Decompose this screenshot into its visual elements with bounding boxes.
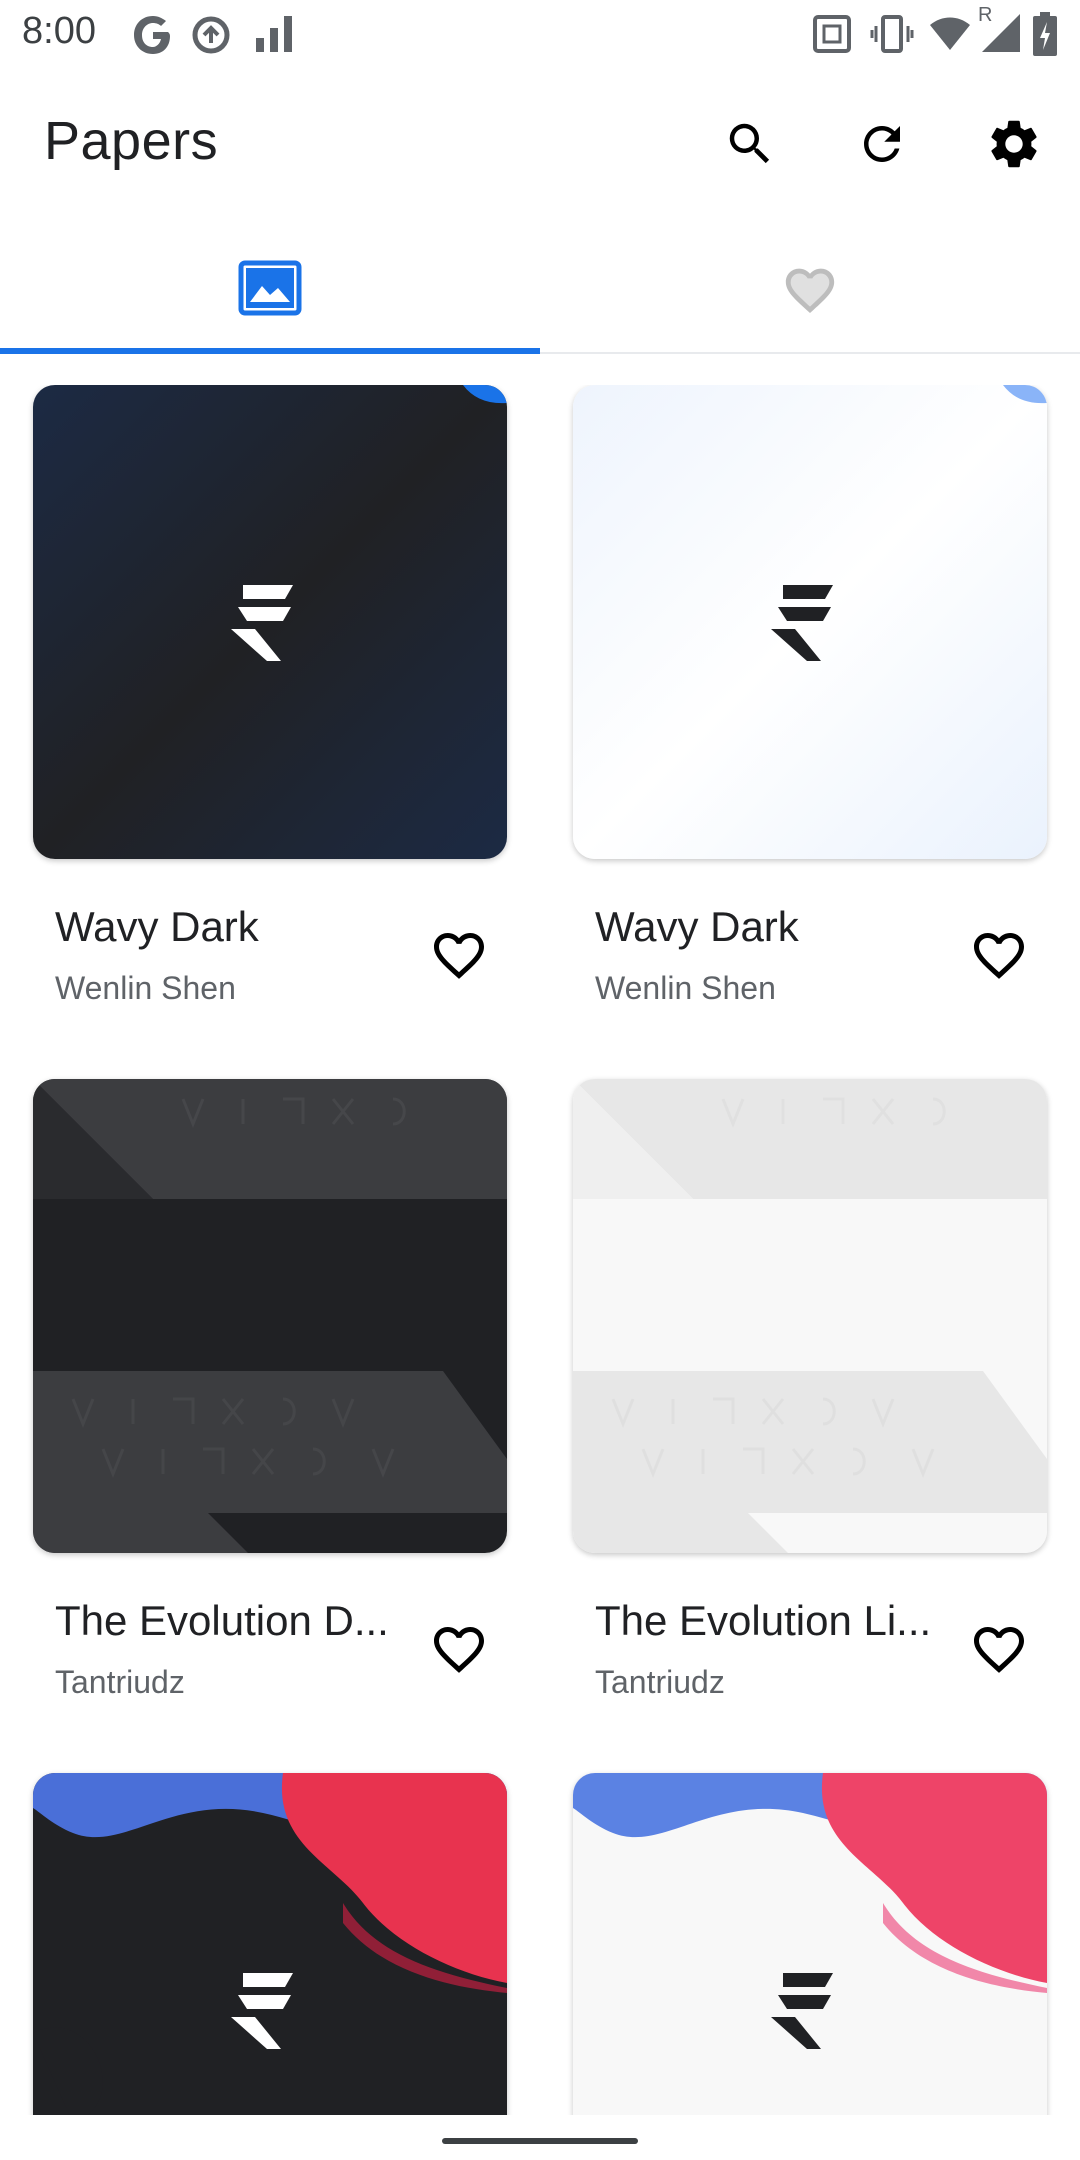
heart-outline-icon	[434, 933, 484, 979]
refresh-icon	[864, 126, 900, 162]
wallpaper-title: Wavy Dark	[55, 903, 259, 950]
favorite-button[interactable]	[421, 1609, 497, 1685]
heart-outline-icon	[434, 1627, 484, 1673]
wifi-icon	[928, 14, 972, 57]
favorite-button[interactable]	[961, 1609, 1037, 1685]
wallpaper-title: The Evolution D...	[55, 1597, 389, 1644]
tab-favorites[interactable]	[540, 224, 1080, 352]
status-time: 8:00	[22, 10, 96, 52]
wallpaper-author: Wenlin Shen	[55, 970, 236, 1006]
roaming-label: R	[978, 4, 993, 26]
search-icon	[729, 123, 770, 164]
refresh-button[interactable]	[842, 104, 922, 184]
heart-outline-icon	[974, 1627, 1024, 1673]
wallpaper-thumbnail[interactable]	[573, 385, 1047, 859]
wallpaper-title: Wavy Dark	[595, 903, 799, 950]
wallpaper-thumbnail[interactable]	[573, 1773, 1047, 2115]
page-title: Papers	[44, 111, 219, 171]
navigation-bar	[0, 2115, 1080, 2160]
wallpaper-author: Tantriudz	[55, 1664, 185, 1700]
tab-wallpapers[interactable]	[0, 224, 540, 354]
tab-indicator	[0, 348, 540, 354]
data-saver-icon	[190, 14, 232, 61]
signal-icon	[254, 12, 296, 59]
favorite-button[interactable]	[961, 915, 1037, 991]
heart-outline-icon	[974, 933, 1024, 979]
wallpaper-icon	[238, 260, 302, 316]
status-bar: 8:00 R	[0, 0, 1080, 66]
app-bar: Papers	[0, 66, 1080, 224]
vibrate-icon	[870, 14, 914, 59]
favorite-button[interactable]	[421, 915, 497, 991]
wallpaper-grid: Wavy Dark Wenlin Shen Wavy Dark Wenlin S…	[0, 385, 1080, 2115]
wallpaper-author: Tantriudz	[595, 1664, 725, 1700]
home-gesture-handle[interactable]	[442, 2138, 638, 2144]
battery-icon	[1032, 12, 1058, 61]
settings-button[interactable]	[974, 104, 1054, 184]
wallpaper-author: Wenlin Shen	[595, 970, 776, 1006]
nfc-icon	[812, 14, 852, 59]
wallpaper-title: The Evolution Li...	[595, 1597, 932, 1644]
wallpaper-thumbnail[interactable]	[573, 1079, 1047, 1553]
settings-icon	[991, 120, 1037, 168]
google-icon	[132, 14, 174, 61]
search-button[interactable]	[710, 104, 790, 184]
wallpaper-thumbnail[interactable]	[33, 1773, 507, 2115]
tab-bar	[0, 224, 1080, 354]
wallpaper-thumbnail[interactable]	[33, 1079, 507, 1553]
wallpaper-thumbnail[interactable]	[33, 385, 507, 859]
heart-icon	[785, 268, 835, 314]
roaming-signal-icon: R	[976, 4, 1022, 59]
